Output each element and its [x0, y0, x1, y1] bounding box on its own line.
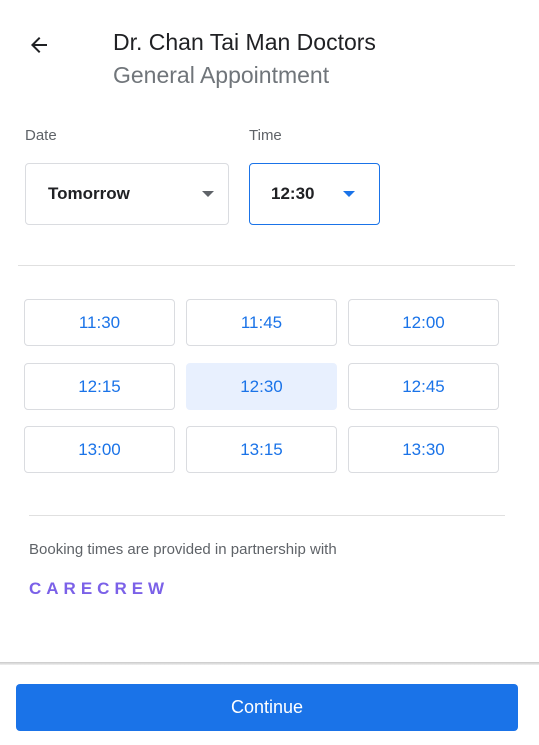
time-slot-selected[interactable]: 12:30	[186, 363, 337, 410]
time-slot[interactable]: 12:45	[348, 363, 499, 410]
time-slot[interactable]: 12:15	[24, 363, 175, 410]
arrow-left-icon	[31, 37, 47, 53]
time-slot[interactable]: 13:00	[24, 426, 175, 473]
time-label: Time	[249, 127, 282, 144]
page-title: Dr. Chan Tai Man Doctors	[113, 29, 376, 55]
divider	[18, 265, 515, 266]
back-button[interactable]	[22, 28, 56, 62]
time-select[interactable]: 12:30	[249, 163, 380, 225]
partner-disclaimer: Booking times are provided in partnershi…	[29, 541, 337, 558]
date-label: Date	[25, 127, 57, 144]
time-slot[interactable]: 11:45	[186, 299, 337, 346]
page-subtitle: General Appointment	[113, 62, 330, 88]
dropdown-caret-icon	[343, 191, 355, 197]
time-slot[interactable]: 12:00	[348, 299, 499, 346]
continue-button[interactable]: Continue	[16, 684, 518, 731]
booking-page: Dr. Chan Tai Man Doctors General Appoint…	[0, 0, 539, 745]
time-slot[interactable]: 13:30	[348, 426, 499, 473]
time-slot[interactable]: 13:15	[186, 426, 337, 473]
time-slot[interactable]: 11:30	[24, 299, 175, 346]
partner-logo-link[interactable]: CARECREW	[29, 579, 169, 599]
dropdown-caret-icon	[202, 191, 214, 197]
date-select[interactable]: Tomorrow	[25, 163, 229, 225]
date-select-value: Tomorrow	[48, 184, 130, 203]
time-select-value: 12:30	[271, 184, 315, 203]
footer-divider	[0, 662, 539, 665]
divider	[29, 515, 505, 516]
